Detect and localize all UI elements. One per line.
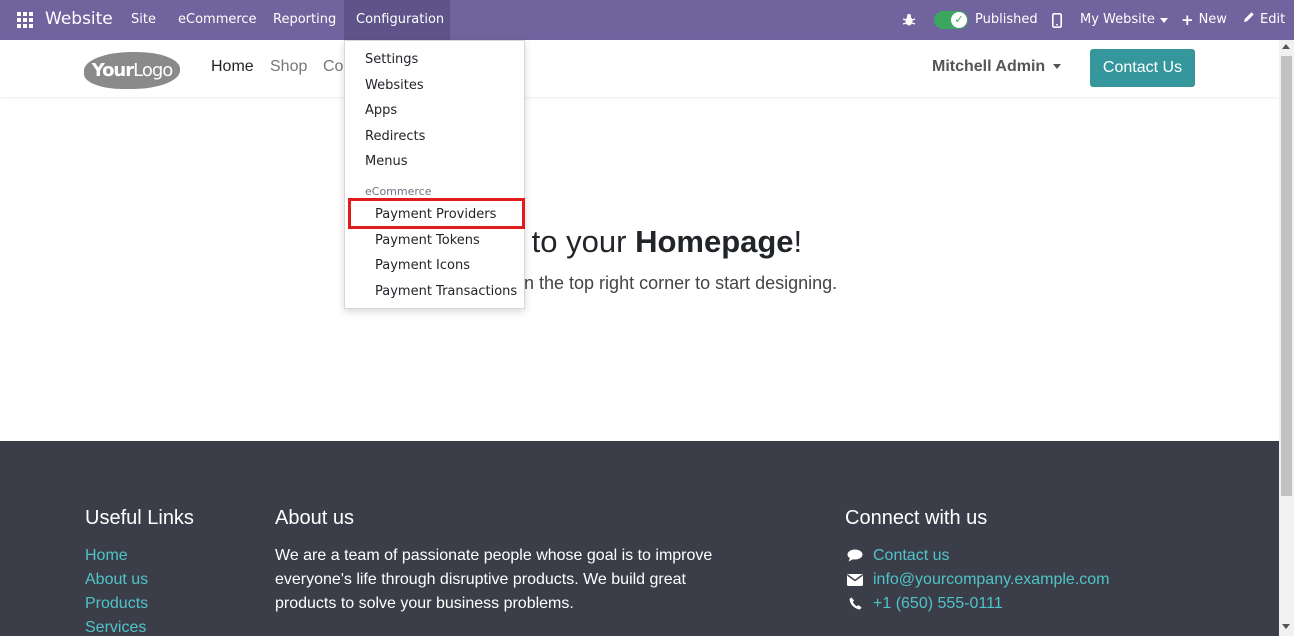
- dropdown-item-payment-transactions[interactable]: Payment Transactions: [375, 284, 517, 299]
- new-button[interactable]: + New: [1181, 0, 1227, 40]
- user-name: Mitchell Admin: [932, 58, 1046, 75]
- hero-title-bold: Homepage: [635, 224, 794, 259]
- dropdown-item-redirects[interactable]: Redirects: [365, 129, 425, 144]
- connect-phone-link[interactable]: +1 (650) 555-0111: [873, 595, 1003, 613]
- apps-grid-icon[interactable]: [17, 12, 33, 28]
- connect-email-link[interactable]: info@yourcompany.example.com: [873, 571, 1110, 589]
- check-icon: ✓: [951, 12, 967, 28]
- comment-icon: [846, 549, 864, 565]
- pencil-icon: [1243, 0, 1255, 40]
- user-menu[interactable]: Mitchell Admin: [932, 58, 1062, 76]
- configuration-dropdown: Settings Websites Apps Redirects Menus e…: [344, 40, 525, 309]
- dropdown-item-payment-tokens[interactable]: Payment Tokens: [375, 233, 480, 248]
- menu-reporting[interactable]: Reporting: [261, 0, 348, 40]
- mobile-preview-icon[interactable]: [1052, 0, 1062, 40]
- edit-button[interactable]: Edit: [1243, 0, 1285, 40]
- logo-text-your: Your: [91, 60, 134, 81]
- new-label: New: [1198, 12, 1227, 27]
- website-switcher[interactable]: My Website: [1080, 0, 1168, 40]
- connect-title: Connect with us: [845, 507, 988, 529]
- logo-text-logo: Logo: [133, 60, 173, 81]
- hero-title: me to your Homepage!: [480, 224, 802, 260]
- app-brand[interactable]: Website: [45, 9, 113, 29]
- debug-bug-icon[interactable]: [902, 0, 916, 40]
- dropdown-item-payment-icons[interactable]: Payment Icons: [375, 258, 470, 273]
- useful-links-title: Useful Links: [85, 507, 194, 529]
- top-navbar: Website Site eCommerce Reporting Configu…: [0, 0, 1294, 40]
- dropdown-item-payment-providers[interactable]: Payment Providers: [375, 207, 496, 222]
- website-switcher-label: My Website: [1080, 12, 1155, 27]
- dropdown-item-settings[interactable]: Settings: [365, 52, 418, 67]
- footer-link-about[interactable]: About us: [85, 571, 148, 589]
- website-header: YourLogo Home Shop Co Mitchell Admin Con…: [0, 40, 1279, 97]
- menu-configuration[interactable]: Configuration: [344, 0, 450, 40]
- scrollbar-thumb[interactable]: [1281, 56, 1292, 496]
- dropdown-item-menus[interactable]: Menus: [365, 154, 407, 169]
- menu-site[interactable]: Site: [119, 0, 168, 40]
- contact-us-button[interactable]: Contact Us: [1090, 49, 1195, 87]
- menu-ecommerce[interactable]: eCommerce: [166, 0, 269, 40]
- edit-label: Edit: [1260, 12, 1286, 27]
- page-scrollbar[interactable]: [1279, 40, 1294, 636]
- hero-subtitle: t in the top right corner to start desig…: [510, 273, 838, 293]
- nav-home[interactable]: Home: [211, 58, 254, 76]
- caret-down-icon: [1159, 17, 1168, 23]
- nav-shop[interactable]: Shop: [270, 58, 307, 76]
- dropdown-item-websites[interactable]: Websites: [365, 78, 424, 93]
- toggle-switch[interactable]: ✓: [934, 11, 968, 29]
- scroll-down-arrow-icon[interactable]: [1282, 624, 1290, 629]
- dropdown-item-apps[interactable]: Apps: [365, 103, 397, 118]
- about-us-text: We are a team of passionate people whose…: [275, 547, 713, 612]
- dropdown-section-header: eCommerce: [365, 185, 432, 198]
- caret-down-icon: [1053, 64, 1062, 70]
- published-label: Published: [975, 12, 1038, 27]
- published-toggle[interactable]: ✓ Published: [934, 0, 1038, 40]
- about-us-title: About us: [275, 507, 354, 529]
- connect-contact-link[interactable]: Contact us: [873, 547, 949, 565]
- scroll-up-arrow-icon[interactable]: [1282, 44, 1290, 49]
- footer-link-services[interactable]: Services: [85, 619, 146, 636]
- plus-icon: +: [1181, 11, 1194, 29]
- footer-link-home[interactable]: Home: [85, 547, 128, 565]
- hero-title-suffix: !: [793, 224, 803, 259]
- site-footer: Useful Links Home About us Products Serv…: [0, 441, 1279, 636]
- phone-icon: [846, 597, 864, 613]
- envelope-icon: [846, 574, 864, 589]
- footer-link-products[interactable]: Products: [85, 595, 148, 613]
- nav-contact-truncated[interactable]: Co: [323, 58, 343, 76]
- company-logo[interactable]: YourLogo: [84, 52, 180, 89]
